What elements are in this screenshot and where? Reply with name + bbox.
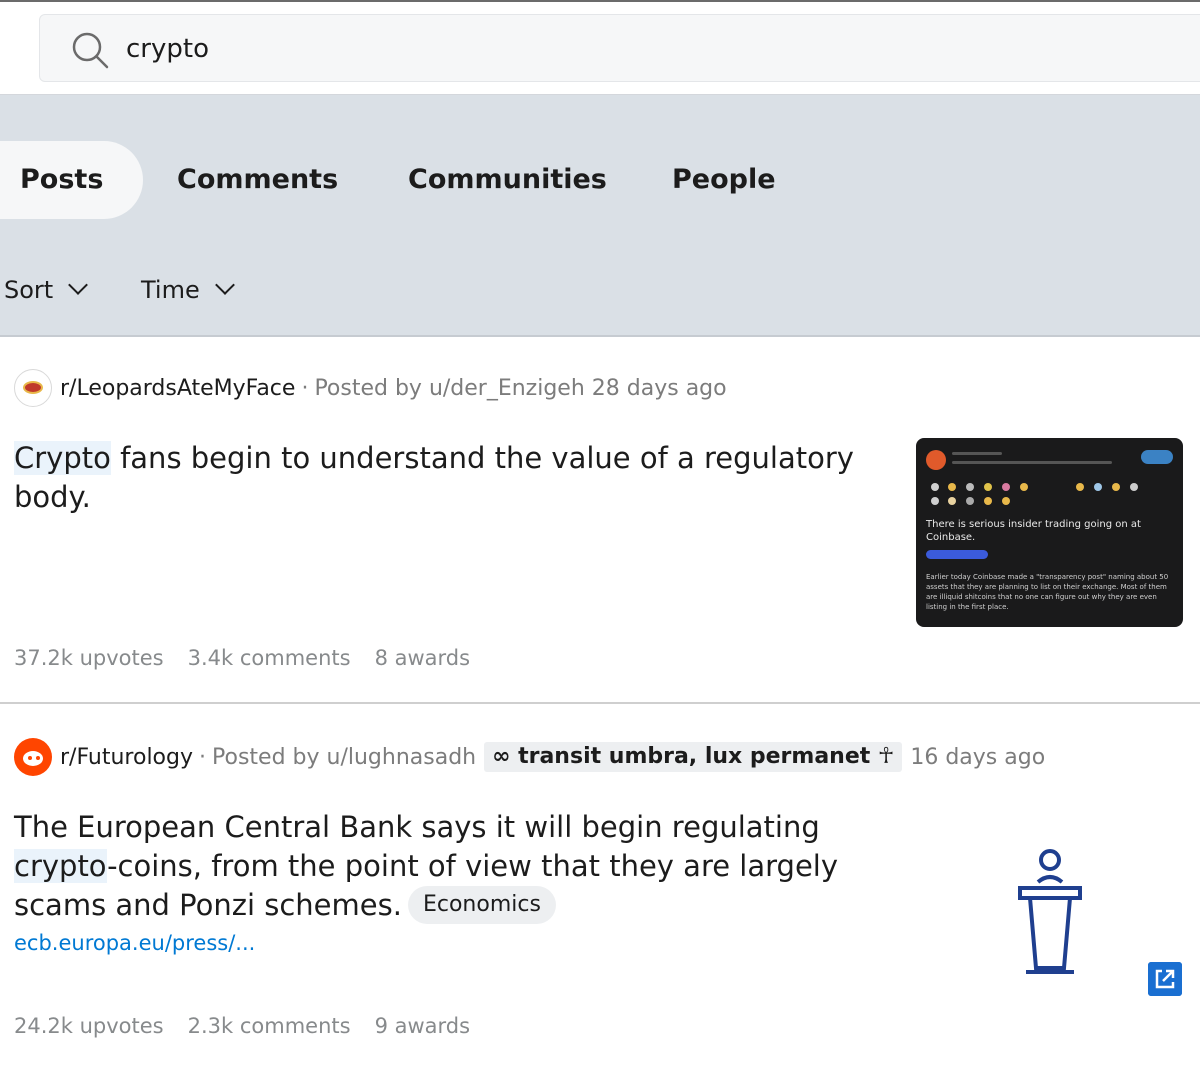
thumbnail-logo-icon bbox=[926, 450, 946, 470]
thumbnail-body: Earlier today Coinbase made a "transpare… bbox=[926, 573, 1169, 611]
thumbnail-flair bbox=[926, 550, 988, 559]
search-icon[interactable] bbox=[70, 30, 110, 70]
tab-posts[interactable]: Posts bbox=[0, 141, 144, 219]
posted-by-link[interactable]: Posted by u/der_Enzigeh bbox=[314, 376, 584, 401]
search-result-post[interactable]: r/LeopardsAteMyFace · Posted by u/der_En… bbox=[0, 339, 1200, 704]
subreddit-avatar[interactable] bbox=[14, 369, 52, 407]
thumbnail-awards-icon bbox=[931, 483, 1138, 505]
search-filter-panel: Posts Comments Communities People Sort T… bbox=[0, 95, 1200, 337]
time-dropdown[interactable]: Time bbox=[141, 273, 235, 307]
podium-icon[interactable] bbox=[980, 836, 1140, 986]
post-age: 16 days ago bbox=[910, 744, 1046, 770]
post-stats: 24.2k upvotes 2.3k comments 9 awards bbox=[14, 1014, 470, 1038]
post-stats: 37.2k upvotes 3.4k comments 8 awards bbox=[14, 646, 470, 670]
comment-count[interactable]: 2.3k comments bbox=[188, 1014, 351, 1038]
post-thumbnail[interactable]: There is serious insider trading going o… bbox=[916, 438, 1183, 627]
user-flair: ∞ transit umbra, lux permanet ☥ bbox=[484, 742, 903, 772]
meta-separator: · bbox=[301, 375, 309, 401]
post-title-text: The European Central Bank says it will b… bbox=[14, 810, 820, 844]
tab-people[interactable]: People bbox=[672, 141, 776, 219]
query-highlight: crypto bbox=[14, 849, 108, 883]
post-meta: r/Futurology · Posted by u/lughnasadh ∞ … bbox=[14, 738, 1045, 776]
post-title-text: fans begin to understand the value of a … bbox=[14, 441, 854, 514]
post-meta: r/LeopardsAteMyFace · Posted by u/der_En… bbox=[14, 369, 727, 407]
external-link-icon[interactable] bbox=[1148, 962, 1182, 996]
tab-comments-label: Comments bbox=[177, 164, 339, 195]
search-bar[interactable] bbox=[39, 14, 1200, 82]
search-input[interactable] bbox=[126, 27, 1026, 71]
thumbnail-join-badge bbox=[1141, 450, 1173, 464]
post-title[interactable]: Crypto fans begin to understand the valu… bbox=[14, 439, 854, 517]
tab-posts-label: Posts bbox=[20, 164, 104, 195]
time-label: Time bbox=[141, 276, 200, 304]
query-highlight: Crypto bbox=[14, 441, 111, 475]
upvote-count[interactable]: 24.2k upvotes bbox=[14, 1014, 164, 1038]
upvote-count[interactable]: 37.2k upvotes bbox=[14, 646, 164, 670]
sort-label: Sort bbox=[4, 276, 54, 304]
sort-dropdown[interactable]: Sort bbox=[4, 273, 89, 307]
subreddit-link[interactable]: r/LeopardsAteMyFace bbox=[60, 376, 295, 401]
posted-by-link[interactable]: Posted by u/lughnasadh bbox=[212, 745, 476, 770]
tab-communities-label: Communities bbox=[408, 164, 607, 195]
subreddit-avatar[interactable] bbox=[14, 738, 52, 776]
post-flair-tag[interactable]: Economics bbox=[407, 886, 556, 924]
tab-comments[interactable]: Comments bbox=[177, 141, 338, 219]
chevron-down-icon bbox=[214, 275, 235, 295]
post-title[interactable]: The European Central Bank says it will b… bbox=[14, 808, 914, 925]
thumbnail-title: There is serious insider trading going o… bbox=[926, 519, 1141, 543]
subreddit-link[interactable]: r/Futurology bbox=[60, 745, 193, 770]
tab-people-label: People bbox=[672, 164, 776, 195]
tab-communities[interactable]: Communities bbox=[408, 141, 607, 219]
comment-count[interactable]: 3.4k comments bbox=[188, 646, 351, 670]
search-result-post[interactable]: r/Futurology · Posted by u/lughnasadh ∞ … bbox=[0, 706, 1200, 1065]
search-header bbox=[0, 2, 1200, 95]
chevron-down-icon bbox=[68, 275, 89, 295]
post-age: 28 days ago bbox=[591, 375, 727, 401]
external-link[interactable]: ecb.europa.eu/press/... bbox=[14, 931, 255, 955]
award-count[interactable]: 9 awards bbox=[375, 1014, 470, 1038]
meta-separator: · bbox=[199, 744, 206, 770]
award-count[interactable]: 8 awards bbox=[375, 646, 470, 670]
